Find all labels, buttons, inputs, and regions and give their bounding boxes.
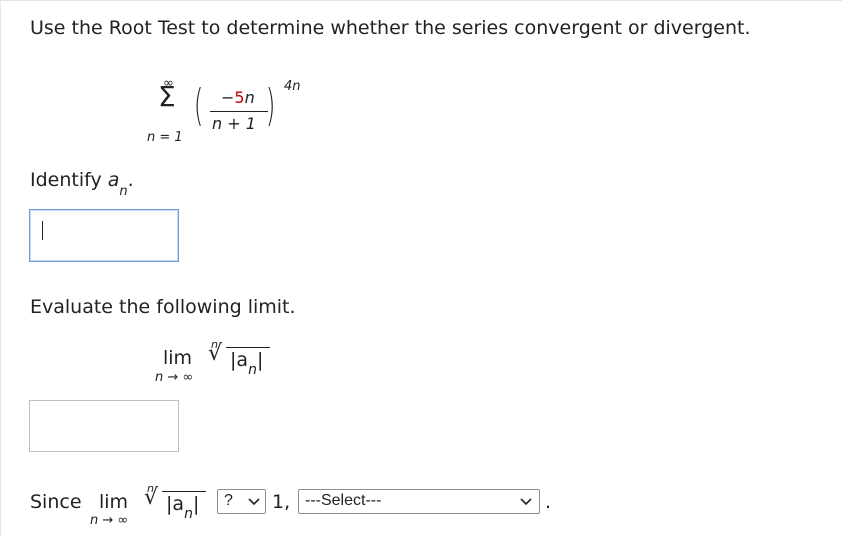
result-select-value: ---Select--- xyxy=(305,492,382,509)
limit-answer-input[interactable] xyxy=(29,400,179,452)
conclusion-radical-bar xyxy=(162,491,206,492)
numerator-coefficient: 5 xyxy=(234,88,245,107)
chevron-down-icon xyxy=(520,498,532,506)
comparison-select[interactable]: ? xyxy=(217,489,266,514)
numerator-variable: n xyxy=(244,88,255,107)
chevron-down-icon xyxy=(248,498,260,506)
left-paren: ( xyxy=(193,80,204,131)
period-text: . xyxy=(545,491,552,513)
lim-subscript: n → ∞ xyxy=(155,370,194,385)
numerator: −5n xyxy=(221,88,255,107)
an-answer-input[interactable] xyxy=(29,209,179,262)
question-prompt: Use the Root Test to determine whether t… xyxy=(30,17,751,39)
top-border xyxy=(0,0,842,1)
conclusion-radical-sign: √ xyxy=(144,485,159,510)
conclusion-abs-value: |an| xyxy=(166,493,200,522)
exponent: 4n xyxy=(284,79,301,94)
conclusion-lim-text: lim xyxy=(99,491,129,513)
radical-sign: √ xyxy=(208,341,223,366)
conclusion-lim-subscript: n → ∞ xyxy=(90,513,129,528)
numerator-sign: − xyxy=(221,88,235,107)
sigma-lower-limit: n = 1 xyxy=(147,130,183,145)
fraction-bar xyxy=(210,111,268,112)
right-paren: ) xyxy=(265,80,276,131)
one-text: 1, xyxy=(272,491,291,513)
abs-value: |an| xyxy=(230,349,264,378)
result-select[interactable]: ---Select--- xyxy=(298,489,540,514)
left-border xyxy=(0,0,1,536)
text-caret xyxy=(42,221,43,240)
lim-text: lim xyxy=(163,347,193,369)
denominator: n + 1 xyxy=(212,114,256,133)
since-text: Since xyxy=(30,491,82,513)
radical-bar xyxy=(226,347,270,348)
identify-label: Identify an. xyxy=(30,169,134,199)
sigma-symbol: Σ xyxy=(158,80,176,113)
evaluate-label: Evaluate the following limit. xyxy=(30,296,296,318)
comparison-select-value: ? xyxy=(224,492,233,509)
